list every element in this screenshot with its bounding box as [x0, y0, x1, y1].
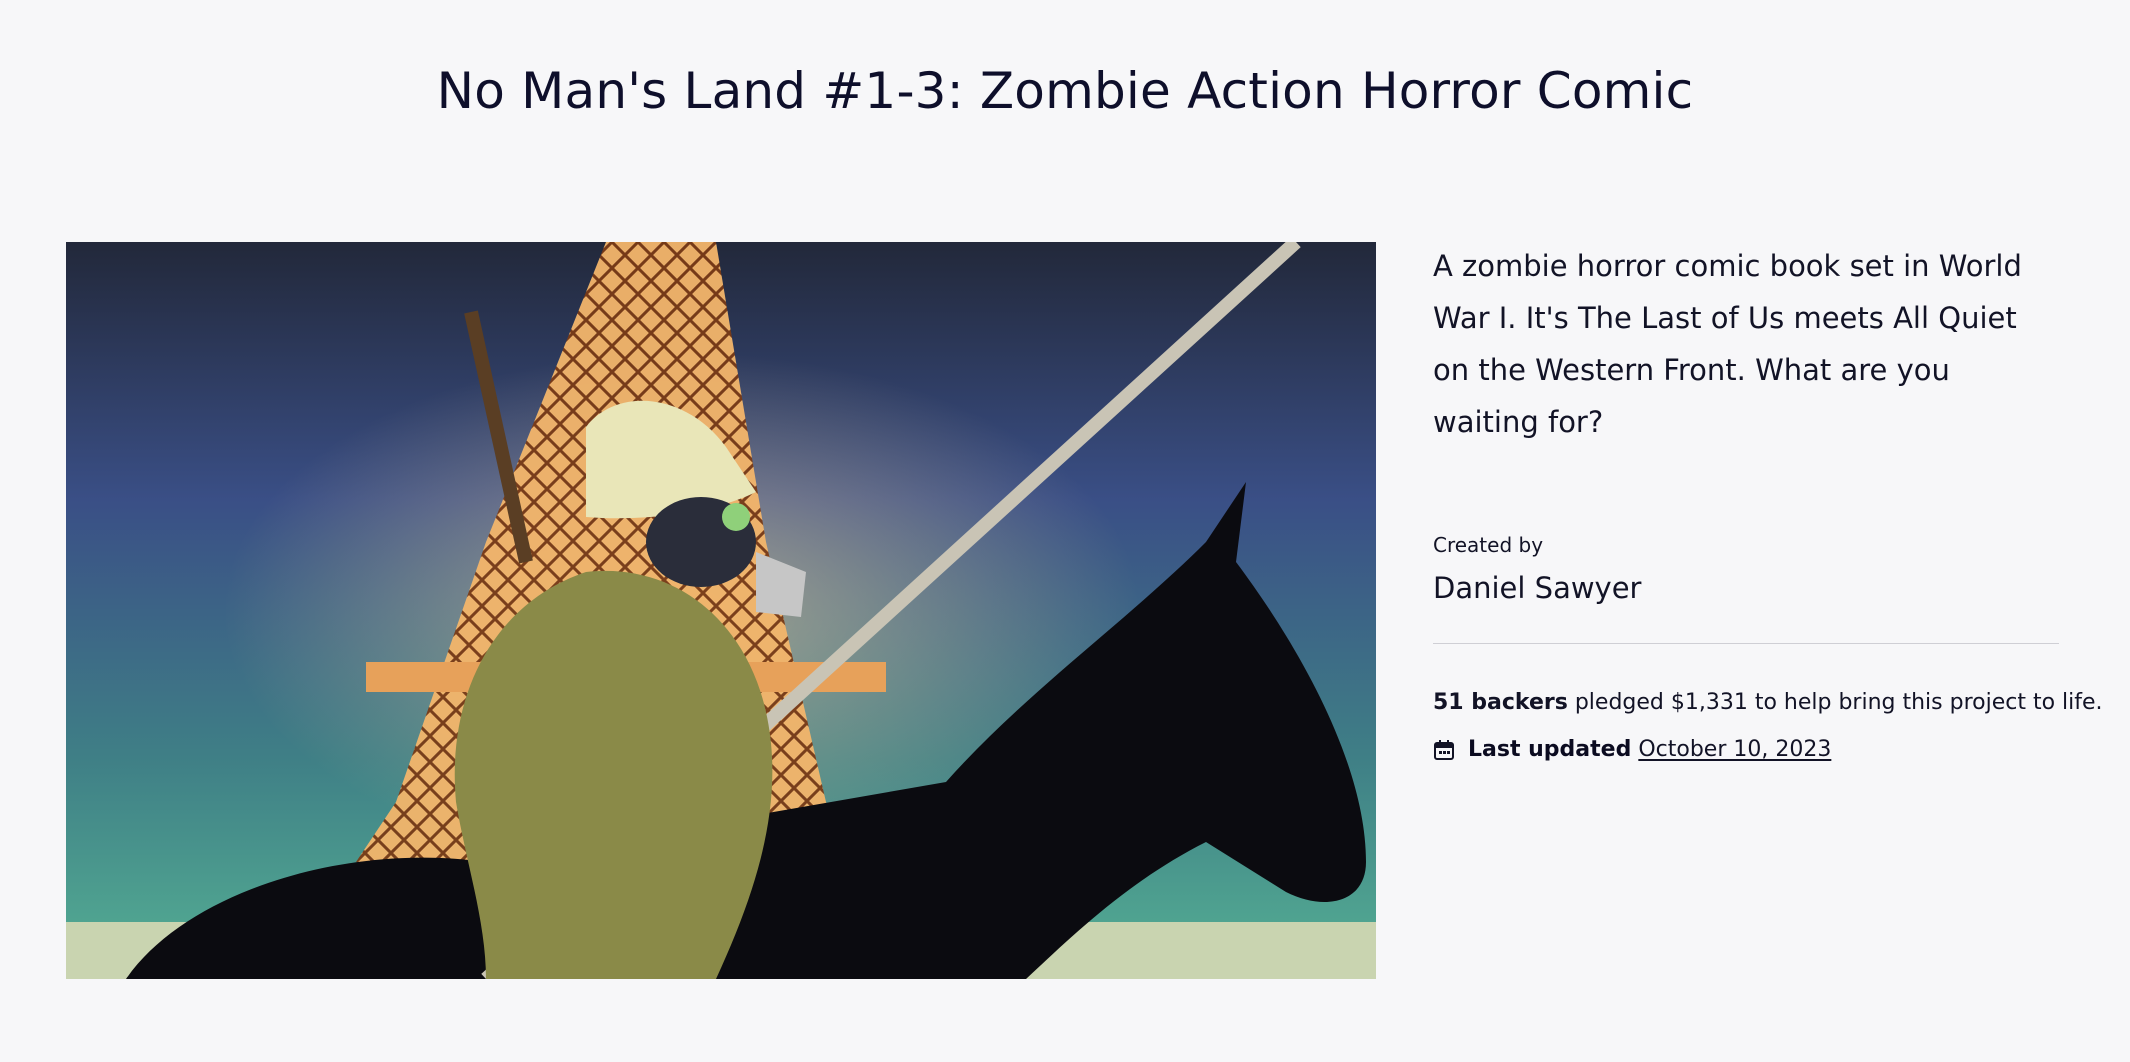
calendar-icon: [1434, 739, 1454, 760]
created-by-label: Created by: [1433, 533, 1544, 557]
project-blurb: A zombie horror comic book set in World …: [1433, 249, 2022, 439]
last-updated-date-link[interactable]: October 10, 2023: [1638, 737, 1831, 762]
creator-name[interactable]: Daniel Sawyer: [1433, 571, 2059, 605]
project-summary: A zombie horror comic book set in World …: [1433, 240, 2103, 762]
project-title: No Man's Land #1-3: Zombie Action Horror…: [436, 62, 1694, 120]
project-hero-image[interactable]: [66, 242, 1376, 979]
comic-cover-illustration: [66, 242, 1376, 979]
funding-summary: 51 backers pledged $1,331 to help bring …: [1433, 690, 2103, 715]
last-updated-label: Last updated: [1468, 737, 1632, 762]
project-page: No Man's Land #1-3: Zombie Action Horror…: [0, 0, 2130, 1062]
last-updated: Last updated October 10, 2023: [1433, 737, 2059, 762]
backers-count: 51 backers: [1433, 690, 1568, 715]
divider: [1433, 643, 2059, 644]
pledged-text: pledged $1,331 to help bring this projec…: [1574, 690, 2103, 715]
